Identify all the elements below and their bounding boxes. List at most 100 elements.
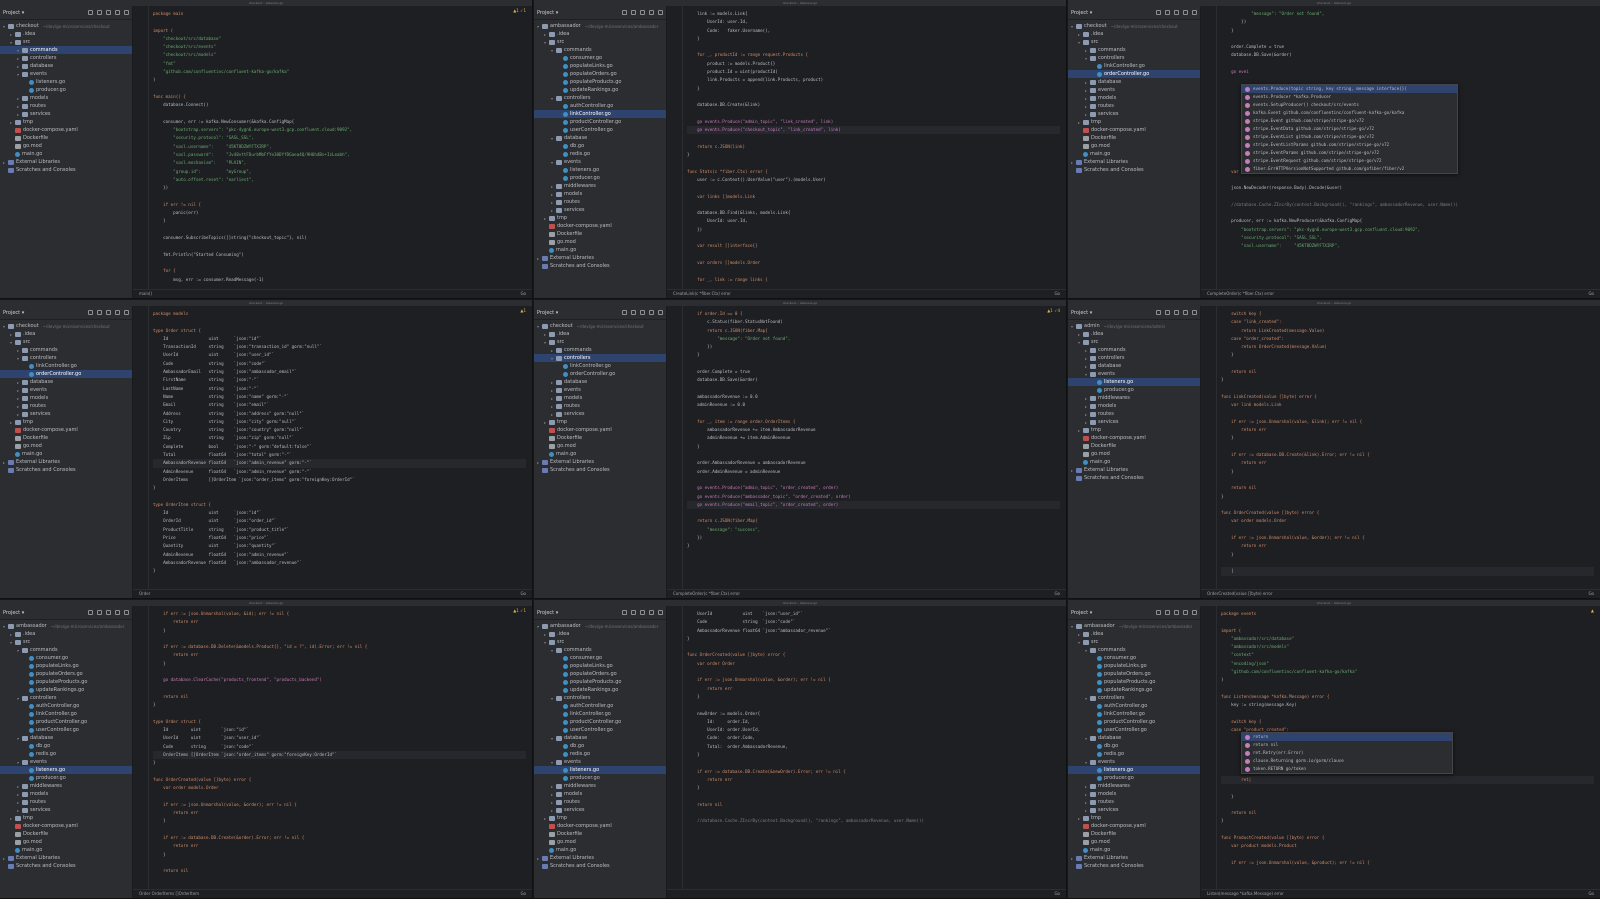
minimize-icon[interactable] (658, 310, 663, 315)
tree-item[interactable]: ▾ controllers (1068, 54, 1200, 62)
code-editor[interactable]: ▲1 ✓4 if order.Id == 0 { c.Status(fiber.… (667, 306, 1066, 598)
tree-item[interactable]: listeners.go (0, 78, 132, 86)
code-editor[interactable]: ▲1 ✓1 package main import ( "checkout/src/… (133, 6, 532, 298)
tree-item[interactable]: ▸ events (1068, 86, 1200, 94)
tree-item[interactable]: docker-compose.yaml (1068, 126, 1200, 134)
expand-icon[interactable] (1174, 10, 1179, 15)
tree-item[interactable]: ▸ commands (534, 346, 666, 354)
gear-icon[interactable] (1183, 10, 1188, 15)
collapse-icon[interactable] (97, 310, 102, 315)
tree-item[interactable]: linkController.go (1068, 62, 1200, 70)
gear-icon[interactable] (649, 610, 654, 615)
tree-item[interactable]: Scratches and Consoles (1068, 474, 1200, 482)
tree-item[interactable]: producer.go (534, 174, 666, 182)
tree-item[interactable]: userController.go (1068, 726, 1200, 734)
autocomplete-popup[interactable]: return return nil ret.Retry(err.Error) clau… (1241, 732, 1453, 774)
tree-item[interactable]: updateRankings.go (534, 86, 666, 94)
tree-item[interactable]: populateLinks.go (1068, 662, 1200, 670)
completion-item[interactable]: stripe.Event github.com/stripe/stripe-go… (1242, 117, 1457, 125)
breadcrumb[interactable]: CreateLink(c *fiber.Ctx) error (673, 291, 731, 296)
sidebar-title[interactable]: Project ▾ (537, 610, 618, 616)
tree-item[interactable]: Dockerfile (0, 134, 132, 142)
tree-item[interactable]: ▾ src (534, 338, 666, 346)
tree-item[interactable]: ▾ checkout ~/dev/go-microservices/checkout (1068, 22, 1200, 30)
tree-item[interactable]: ▾ controllers (534, 94, 666, 102)
tree-item[interactable]: populateOrders.go (1068, 670, 1200, 678)
tree-item[interactable]: consumer.go (1068, 654, 1200, 662)
tree-item[interactable]: ▾ src (1068, 338, 1200, 346)
tree-item[interactable]: Scratches and Consoles (0, 862, 132, 870)
tree-item[interactable]: producer.go (534, 774, 666, 782)
sidebar-title[interactable]: Project ▾ (3, 10, 84, 16)
tree-item[interactable]: populateLinks.go (0, 662, 132, 670)
tree-item[interactable]: listeners.go (1068, 378, 1200, 386)
tree-item[interactable]: Dockerfile (1068, 442, 1200, 450)
tree-item[interactable]: ▸ routes (0, 402, 132, 410)
tree-item[interactable]: Dockerfile (0, 830, 132, 838)
globe-icon[interactable] (88, 310, 93, 315)
code-area[interactable]: switch key { case "link_created": return… (1221, 310, 1594, 588)
tree-item[interactable]: ▸ services (534, 410, 666, 418)
tree-item[interactable]: listeners.go (1068, 766, 1200, 774)
tree-item[interactable]: ▾ src (0, 638, 132, 646)
tree-item[interactable]: ▸ commands (1068, 46, 1200, 54)
collapse-icon[interactable] (631, 10, 636, 15)
tree-item[interactable]: ▸ External Libraries (1068, 158, 1200, 166)
tree-item[interactable]: redis.go (534, 750, 666, 758)
minimize-icon[interactable] (1192, 610, 1197, 615)
code-editor[interactable]: ▲1 package models type Order struct { Id u… (133, 306, 532, 598)
code-editor[interactable]: "message": "Order not found", }) } order… (1201, 6, 1600, 298)
expand-icon[interactable] (640, 610, 645, 615)
gear-icon[interactable] (649, 310, 654, 315)
tree-item[interactable]: ▸ .idea (1068, 630, 1200, 638)
tree-item[interactable]: consumer.go (534, 654, 666, 662)
tree-item[interactable]: ▸ .idea (0, 30, 132, 38)
tree-item[interactable]: consumer.go (0, 654, 132, 662)
tree-item[interactable]: redis.go (534, 150, 666, 158)
tree-item[interactable]: Scratches and Consoles (534, 262, 666, 270)
tree-item[interactable]: linkController.go (0, 362, 132, 370)
tree-item[interactable]: productController.go (534, 118, 666, 126)
tree-item[interactable]: authController.go (1068, 702, 1200, 710)
breadcrumb[interactable]: Order (139, 591, 150, 596)
tree-item[interactable]: ▸ tmp (534, 418, 666, 426)
breadcrumb[interactable]: Listen(message *kafka.Message) error (1207, 891, 1284, 896)
tree-item[interactable]: Dockerfile (534, 830, 666, 838)
tree-item[interactable]: ▾ database (534, 734, 666, 742)
tree-item[interactable]: docker-compose.yaml (1068, 434, 1200, 442)
tree-item[interactable]: ▸ models (1068, 402, 1200, 410)
tree-item[interactable]: ▸ models (1068, 94, 1200, 102)
sidebar-title[interactable]: Project ▾ (537, 310, 618, 316)
tree-item[interactable]: ▸ tmp (0, 418, 132, 426)
tree-item[interactable]: go.mod (1068, 838, 1200, 846)
tree-item[interactable]: ▸ models (534, 790, 666, 798)
tree-item[interactable]: Scratches and Consoles (1068, 862, 1200, 870)
tree-item[interactable]: populateOrders.go (534, 670, 666, 678)
tree-item[interactable]: authController.go (534, 702, 666, 710)
completion-item[interactable]: stripe.EventList github.com/stripe/strip… (1242, 133, 1457, 141)
tree-item[interactable]: userController.go (534, 726, 666, 734)
tree-item[interactable]: ▸ routes (0, 102, 132, 110)
autocomplete-popup[interactable]: events.Produce(topic string, key string,… (1241, 84, 1458, 174)
tree-item[interactable]: producer.go (1068, 774, 1200, 782)
collapse-icon[interactable] (97, 10, 102, 15)
tree-item[interactable]: producer.go (0, 774, 132, 782)
tree-item[interactable]: Scratches and Consoles (1068, 166, 1200, 174)
completion-item[interactable]: stripe.EventData github.com/stripe/strip… (1242, 125, 1457, 133)
tree-item[interactable]: ▸ controllers (1068, 354, 1200, 362)
collapse-icon[interactable] (631, 610, 636, 615)
tree-item[interactable]: ▾ commands (534, 646, 666, 654)
tree-item[interactable]: ▸ tmp (534, 214, 666, 222)
globe-icon[interactable] (622, 310, 627, 315)
tree-item[interactable]: ▾ ambassador ~/dev/go-microservices/ambass… (1068, 622, 1200, 630)
tree-item[interactable]: ▸ routes (534, 798, 666, 806)
tree-item[interactable]: ▸ .idea (0, 630, 132, 638)
tree-item[interactable]: ▾ controllers (534, 354, 666, 362)
tree-item[interactable]: ▸ controllers (0, 54, 132, 62)
code-editor[interactable]: ▲ package events import ( "ambassador/src/… (1201, 606, 1600, 898)
expand-icon[interactable] (106, 310, 111, 315)
tree-item[interactable]: db.go (1068, 742, 1200, 750)
tree-item[interactable]: docker-compose.yaml (534, 222, 666, 230)
tree-item[interactable]: linkController.go (1068, 710, 1200, 718)
completion-item[interactable]: stripe.EventListParams github.com/stripe… (1242, 141, 1457, 149)
